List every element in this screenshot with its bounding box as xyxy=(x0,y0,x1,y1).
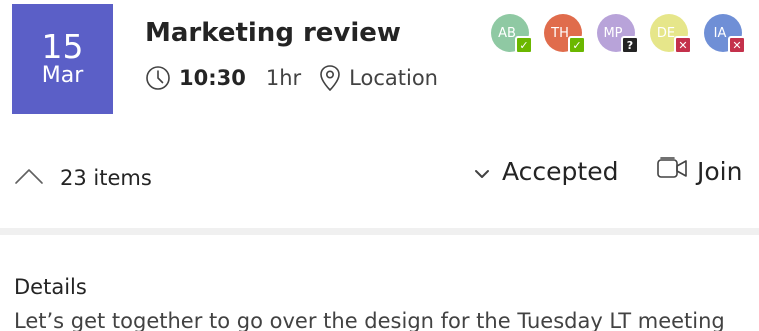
event-card: 15 Mar Marketing review 10:30 1hr Locati… xyxy=(0,0,759,331)
attendee-avatar[interactable]: MP ? xyxy=(597,14,639,54)
chevron-up-icon xyxy=(14,166,44,190)
event-title[interactable]: Marketing review xyxy=(145,18,401,48)
join-label: Join xyxy=(697,156,743,186)
attendee-initials: TH xyxy=(551,25,569,41)
declined-icon: ✕ xyxy=(728,36,746,54)
attendee-avatar[interactable]: DE ✕ xyxy=(650,14,692,54)
attendee-avatar[interactable]: IA ✕ xyxy=(704,14,746,54)
join-button[interactable]: Join xyxy=(655,154,742,188)
event-time: 10:30 xyxy=(179,66,246,90)
section-divider xyxy=(0,228,759,235)
chevron-down-icon xyxy=(474,157,490,186)
date-month: Mar xyxy=(41,63,84,88)
accepted-icon: ✓ xyxy=(515,36,533,54)
date-day: 15 xyxy=(41,27,84,66)
attendee-initials: AB xyxy=(498,25,516,41)
video-camera-icon xyxy=(655,154,689,188)
declined-icon: ✕ xyxy=(674,36,692,54)
clock-icon xyxy=(145,65,171,91)
rsvp-status: Accepted xyxy=(502,156,619,186)
location-field[interactable]: Location xyxy=(349,66,438,90)
attendee-initials: MP xyxy=(603,25,623,41)
event-meta-row: 10:30 1hr Location xyxy=(145,60,438,96)
details-heading: Details xyxy=(14,275,87,299)
details-text: Let’s get together to go over the design… xyxy=(14,309,725,331)
accepted-icon: ✓ xyxy=(568,36,586,54)
location-pin-icon xyxy=(319,64,341,92)
expand-items-button[interactable]: 23 items xyxy=(14,162,152,194)
attendee-initials: DE xyxy=(656,25,676,41)
items-count: 23 items xyxy=(60,166,152,190)
attendee-initials: IA xyxy=(713,25,727,41)
date-tile: 15 Mar xyxy=(12,4,113,114)
attendee-avatar[interactable]: AB ✓ xyxy=(491,14,533,54)
rsvp-dropdown[interactable]: Accepted xyxy=(474,154,618,188)
tentative-icon: ? xyxy=(621,36,639,54)
attendee-list: AB ✓ TH ✓ MP ? DE ✕ IA ✕ xyxy=(486,14,754,64)
attendee-avatar[interactable]: TH ✓ xyxy=(544,14,586,54)
event-duration: 1hr xyxy=(265,66,302,90)
